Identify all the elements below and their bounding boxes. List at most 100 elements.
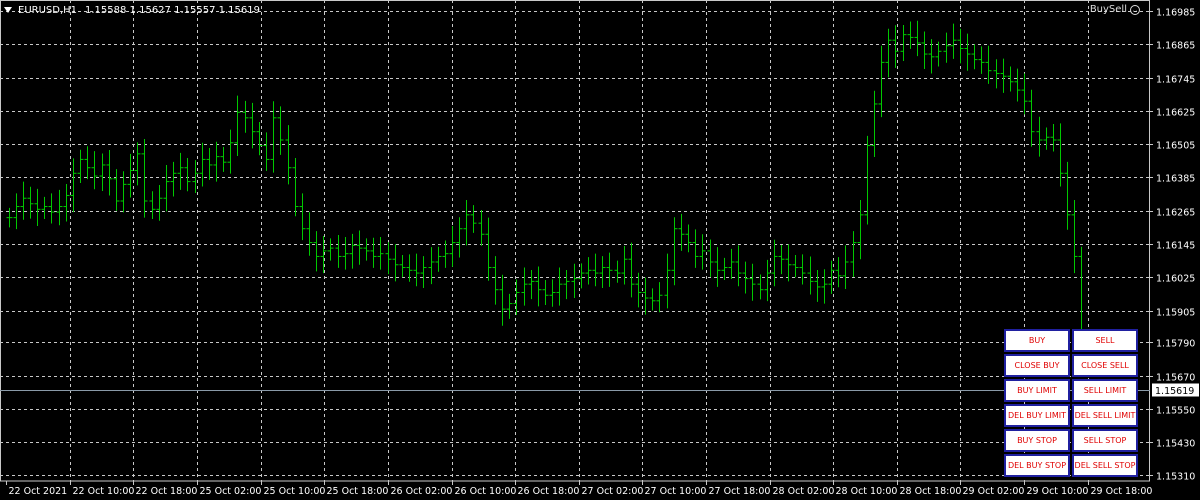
ohlc-bar [807,256,814,295]
triangle-down-icon[interactable] [4,7,12,13]
ohlc-bar [921,31,928,69]
ohlc-bar [220,146,227,172]
ohlc-bar [199,142,206,187]
ohlc-bar [313,231,320,272]
ohlc-bar [299,193,306,241]
close-sell-button[interactable]: CLOSE SELL [1072,354,1138,377]
ohlc-bar [163,164,170,212]
ohlc-bar [835,257,842,288]
ohlc-bar [485,217,492,281]
time-tick-label: 25 Oct 18:00 [327,486,389,497]
time-tick-label: 22 Oct 2021 [9,486,68,497]
price-axis[interactable]: 1.16985 1.16865 1.16745 1.16625 1.16505 1.163… [1150,8,1199,483]
ohlc-bar [842,245,849,290]
ohlc-bar [850,231,857,277]
price-tick-label: 1.16745 [1156,75,1195,86]
ohlc-bar [306,212,313,256]
sell-limit-button[interactable]: SELL LIMIT [1072,379,1138,402]
buy-button[interactable]: BUY [1004,329,1070,352]
ohlc-bar [442,240,449,268]
ohlc-bar [521,267,528,306]
ohlc-bar [649,288,656,311]
ohlc-bar [692,229,699,268]
ohlc-bar [492,256,499,305]
current-price-label: 1.15619 [1155,386,1194,397]
price-tick-label: 1.15790 [1156,339,1195,350]
ohlc-bar [356,230,363,265]
ohlc-bar [792,255,799,278]
time-tick-label: 27 Oct 10:00 [645,486,707,497]
sell-stop-button[interactable]: SELL STOP [1072,429,1138,452]
price-tick-label: 1.15430 [1156,439,1195,450]
ohlc-bar [48,193,55,224]
time-tick-label: 26 Oct 02:00 [391,486,453,497]
ohlc-bar [106,150,113,196]
ohlc-bar [606,252,613,287]
time-tick-label: 29 Oct 10:00 [1027,486,1089,497]
ohlc-bar [392,244,399,282]
close-buy-button[interactable]: CLOSE BUY [1004,354,1070,377]
ohlc-bar [335,234,342,268]
ohlc-bar [263,132,270,171]
ohlc-bar [156,185,163,221]
del-sell-limit-button[interactable]: DEL SELL LIMIT [1072,404,1138,427]
ohlc-bars [6,20,1085,350]
time-tick-label: 25 Oct 10:00 [264,486,326,497]
ohlc-bar [349,233,356,269]
ohlc-bar [478,210,485,246]
time-tick-label: 22 Oct 10:00 [73,486,135,497]
ohlc-bar [814,269,821,302]
del-buy-limit-button[interactable]: DEL BUY LIMIT [1004,404,1070,427]
price-tick-label: 1.16145 [1156,241,1195,252]
price-tick-label: 1.15310 [1156,472,1195,483]
ohlc-bar [721,257,728,281]
time-tick-label: 22 Oct 18:00 [136,486,198,497]
ohlc-bar [1064,161,1071,230]
ea-name: BuySell [1089,4,1127,15]
ohlc-bar [413,253,420,287]
time-tick-label: 29 Oct 18:00 [1091,486,1153,497]
ohlc-bar [928,39,935,74]
time-tick-label: 25 Oct 02:00 [200,486,262,497]
ohlc-bar [978,46,985,74]
ohlc-bar [184,158,191,192]
ohlc-bar [277,106,284,155]
ohlc-bar [735,245,742,287]
ohlc-bar [900,24,907,61]
price-tick-label: 1.16505 [1156,141,1195,152]
ohlc-bar [971,44,978,70]
ohlc-bar [964,33,971,71]
buy-stop-button[interactable]: BUY STOP [1004,429,1070,452]
ohlc-bar [1021,73,1028,115]
ohlc-bar [549,279,556,307]
ohlc-bar [242,100,249,133]
ohlc-bar [1000,58,1007,93]
time-axis[interactable]: 22 Oct 2021 22 Oct 10:00 22 Oct 18:00 25 Oc… [6,481,1153,497]
ohlc-bar [177,152,184,190]
time-tick-label: 29 Oct 02:00 [963,486,1025,497]
ohlc-bar [993,59,1000,89]
sell-button[interactable]: SELL [1072,329,1138,352]
ohlc-bar [871,90,878,157]
ohlc-bar [749,263,756,301]
ohlc-bar [56,189,63,226]
del-buy-stop-button[interactable]: DEL BUY STOP [1004,454,1070,477]
ohlc-bar [127,153,134,198]
ohlc-bar [449,225,456,267]
ohlc-bar [1007,66,1014,92]
del-sell-stop-button[interactable]: DEL SELL STOP [1072,454,1138,477]
ohlc-bar [463,199,470,246]
ohlc-bar [342,237,349,270]
ohlc-bar [885,28,892,78]
ohlc-bar [149,191,156,220]
ohlc-bar [614,260,621,283]
buy-limit-button[interactable]: BUY LIMIT [1004,379,1070,402]
price-tick-label: 1.16025 [1156,274,1195,285]
ohlc-bar [535,266,542,307]
ohlc-bar [420,256,427,288]
expert-advisor-label[interactable]: BuySell [1090,4,1140,15]
ohlc-bar [1014,68,1021,102]
ohlc-bar [599,256,606,288]
ohlc-bar [84,146,91,180]
ohlc-bar [943,32,950,63]
